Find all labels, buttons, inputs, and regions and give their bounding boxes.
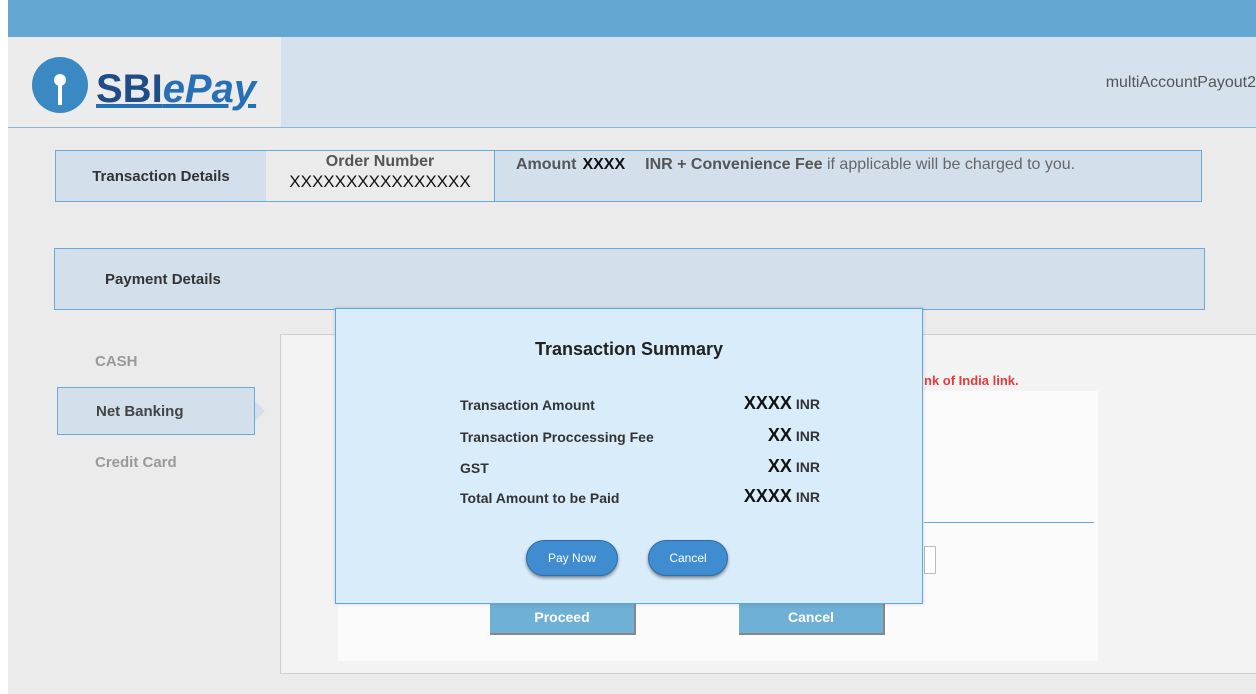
logo-text-epay: ePay (162, 67, 257, 111)
summary-row-value: XX INR (768, 425, 820, 446)
summary-currency: INR (795, 489, 820, 505)
summary-currency: INR (795, 459, 820, 475)
proceed-button[interactable]: Proceed (490, 601, 636, 635)
summary-row-value: XXXX INR (744, 393, 820, 414)
summary-currency: INR (795, 428, 820, 444)
pay-now-button[interactable]: Pay Now (526, 540, 618, 576)
keyhole-stem (58, 83, 62, 105)
header: SBIePay multiAccountPayout2 (8, 37, 1256, 128)
transaction-summary-modal: Transaction Summary Transaction Amount X… (335, 308, 923, 604)
summary-row-label: Total Amount to be Paid (460, 490, 620, 506)
divider (924, 522, 1094, 523)
modal-title: Transaction Summary (534, 339, 724, 359)
logo-text-sbi: SBI (96, 67, 163, 111)
summary-row-value: XXXX INR (744, 486, 820, 507)
summary-row-value: XX INR (768, 456, 820, 477)
summary-row: Transaction Proccessing Fee XX INR (460, 425, 820, 449)
amount-value: XXXX (582, 156, 626, 173)
order-number-cell: Order Number XXXXXXXXXXXXXXXX (266, 151, 495, 201)
account-name: multiAccountPayout2 (1105, 74, 1256, 91)
transaction-details-bar: Transaction Details Order Number XXXXXXX… (55, 150, 1202, 202)
amount-cell: Amount XXXX INR + Convenience Fee if appli… (516, 155, 1186, 174)
modal-cancel-button[interactable]: Cancel (648, 540, 728, 576)
summary-row-label: Transaction Amount (460, 397, 595, 413)
summary-row: GST XX INR (460, 456, 820, 480)
summary-row-label: GST (460, 460, 489, 476)
logo-text: SBIePay (96, 67, 256, 112)
amount-label: Amount (516, 156, 577, 173)
method-credit-card[interactable]: Credit Card (57, 438, 255, 486)
transaction-details-label: Transaction Details (56, 151, 267, 201)
left-margin (0, 0, 8, 694)
logo: SBIePay (8, 37, 281, 127)
summary-row-label: Transaction Proccessing Fee (460, 429, 654, 445)
method-cash[interactable]: CASH (57, 337, 255, 385)
top-bar (8, 0, 1256, 37)
sbi-keyhole-logo-icon (32, 57, 88, 113)
payment-details-label: Payment Details (105, 271, 221, 288)
summary-row: Transaction Amount XXXX INR (460, 393, 820, 417)
summary-currency: INR (795, 396, 820, 412)
method-net-banking[interactable]: Net Banking (57, 387, 255, 435)
summary-amount: XXXX (743, 486, 792, 506)
payment-details-bar: Payment Details (54, 248, 1205, 310)
summary-amount: XX (767, 456, 792, 476)
cancel-button[interactable]: Cancel (739, 601, 885, 635)
amount-suffix: if applicable will be charged to you. (826, 156, 1076, 173)
order-number-label: Order Number (325, 153, 435, 170)
summary-amount: XXXX (743, 393, 792, 413)
bank-link-notice[interactable]: nk of India link. (924, 373, 1019, 388)
order-number-value: XXXXXXXXXXXXXXXX (289, 172, 471, 191)
selected-method-arrow (255, 401, 265, 421)
input-field[interactable] (924, 546, 936, 574)
inr-convenience-label: INR + Convenience Fee (645, 156, 823, 173)
summary-row: Total Amount to be Paid XXXX INR (460, 486, 820, 510)
summary-amount: XX (767, 425, 792, 445)
